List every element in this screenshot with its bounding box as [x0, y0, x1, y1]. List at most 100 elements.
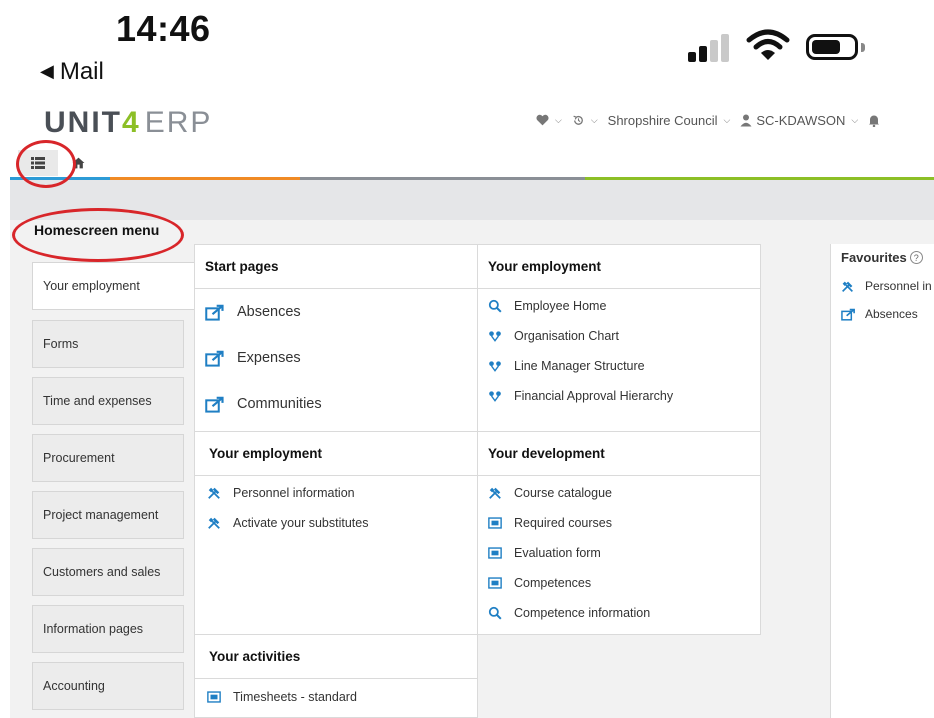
link-required-courses[interactable]: Required courses — [478, 508, 760, 538]
link-label: Timesheets - standard — [233, 690, 357, 704]
logo-four: 4 — [122, 106, 141, 139]
link-financial-approval-hierarchy[interactable]: Financial Approval Hierarchy — [478, 381, 760, 411]
section-title: Start pages — [195, 245, 477, 289]
link-timesheets-standard[interactable]: Timesheets - standard — [195, 682, 477, 712]
chevron-down-icon: ⌵ — [851, 114, 859, 125]
link-label: Activate your substitutes — [233, 516, 369, 530]
menu-project-management[interactable]: Project management — [32, 491, 184, 539]
back-arrow-icon: ◀ — [40, 61, 54, 81]
user-name: SC-KDAWSON — [756, 112, 846, 128]
menu-time-and-expenses[interactable]: Time and expenses — [32, 377, 184, 425]
link-communities[interactable]: Communities — [195, 381, 477, 427]
home-icon — [72, 157, 84, 169]
homescreen-menu-title: Homescreen menu — [34, 222, 160, 238]
homescreen-panel: Start pages Absences Expenses Communitie… — [194, 244, 762, 718]
form-icon — [488, 517, 502, 529]
user-icon — [740, 114, 752, 126]
tools-icon — [208, 517, 220, 529]
your-activities-section: Your activities Timesheets - standard — [194, 634, 478, 718]
link-label: Expenses — [237, 350, 301, 366]
history-icon — [573, 115, 583, 125]
link-employee-home[interactable]: Employee Home — [478, 291, 760, 321]
link-label: Financial Approval Hierarchy — [514, 389, 674, 403]
section-title: Your employment — [195, 432, 477, 476]
start-pages-section: Start pages Absences Expenses Communitie… — [194, 244, 478, 432]
link-course-catalogue[interactable]: Course catalogue — [478, 478, 760, 508]
external-link-icon — [205, 304, 224, 321]
link-activate-substitutes[interactable]: Activate your substitutes — [195, 508, 477, 538]
grey-band — [10, 180, 934, 220]
home-tab[interactable] — [58, 150, 98, 176]
status-time: 14:46 — [116, 8, 211, 49]
section-title: Your activities — [195, 635, 477, 679]
menu-accounting[interactable]: Accounting — [32, 662, 184, 710]
form-icon — [488, 547, 502, 559]
favourite-label: Absences — [865, 307, 918, 321]
help-icon[interactable]: ? — [909, 251, 923, 264]
chevron-down-icon: ⌵ — [590, 114, 598, 125]
tools-icon — [489, 487, 501, 499]
form-icon — [207, 691, 221, 703]
tab-bar — [18, 150, 98, 176]
favourite-personnel-information[interactable]: Personnel in — [831, 272, 934, 300]
link-label: Personnel information — [233, 486, 355, 500]
link-label: Organisation Chart — [514, 329, 619, 343]
external-link-icon — [841, 308, 855, 321]
link-label: Line Manager Structure — [514, 359, 645, 373]
your-employment-tasks-section: Your employment Personnel information Ac… — [194, 431, 478, 635]
link-label: Communities — [237, 396, 322, 412]
favourites-panel: Favourites? Personnel in Absences — [830, 244, 934, 718]
menu-information-pages[interactable]: Information pages — [32, 605, 184, 653]
your-development-section: Your development Course catalogue Requir… — [477, 431, 761, 635]
link-label: Absences — [237, 304, 301, 320]
tools-icon — [208, 487, 220, 499]
favourites-title: Favourites? — [831, 244, 934, 272]
heart-icon — [536, 114, 549, 126]
favourites-title-text: Favourites — [841, 250, 907, 265]
tools-icon — [842, 281, 853, 292]
history-menu[interactable]: ⌵ — [572, 114, 598, 127]
menu-procurement[interactable]: Procurement — [32, 434, 184, 482]
search-icon — [488, 606, 502, 620]
link-competences[interactable]: Competences — [478, 568, 760, 598]
chevron-down-icon: ⌵ — [555, 114, 562, 125]
logo-unit: UNIT — [44, 106, 122, 139]
user-menu[interactable]: SC-KDAWSON ⌵ — [740, 113, 858, 128]
link-label: Course catalogue — [514, 486, 612, 500]
logo-erp: ERP — [144, 106, 213, 139]
favourite-absences[interactable]: Absences — [831, 300, 934, 328]
favourites-menu[interactable]: ⌵ — [536, 114, 562, 126]
link-label: Evaluation form — [514, 546, 601, 560]
link-absences[interactable]: Absences — [195, 289, 477, 335]
link-competence-information[interactable]: Competence information — [478, 598, 760, 628]
link-label: Competence information — [514, 606, 651, 620]
search-icon — [488, 299, 502, 313]
back-label: Mail — [59, 58, 104, 85]
company-selector[interactable]: Shropshire Council ⌵ — [608, 113, 731, 128]
section-title: Your development — [478, 432, 760, 476]
menu-your-employment[interactable]: Your employment — [32, 262, 196, 310]
link-label: Employee Home — [514, 299, 607, 313]
hierarchy-icon — [489, 391, 501, 402]
back-to-mail-button[interactable]: ◀ Mail — [40, 58, 104, 86]
link-personnel-information[interactable]: Personnel information — [195, 478, 477, 508]
link-expenses[interactable]: Expenses — [195, 335, 477, 381]
menu-forms[interactable]: Forms — [32, 320, 184, 368]
notifications-button[interactable] — [868, 114, 880, 127]
external-link-icon — [205, 396, 224, 413]
form-icon — [488, 577, 502, 589]
menu-tab[interactable] — [18, 150, 58, 176]
unit4-erp-logo[interactable]: UNIT4 ERP — [44, 106, 212, 140]
external-link-icon — [205, 350, 224, 367]
favourite-label: Personnel in — [865, 279, 932, 293]
chevron-down-icon: ⌵ — [723, 114, 731, 125]
link-line-manager-structure[interactable]: Line Manager Structure — [478, 351, 760, 381]
bell-icon — [869, 115, 880, 127]
cellular-signal-icon — [688, 32, 736, 62]
menu-customers-and-sales[interactable]: Customers and sales — [32, 548, 184, 596]
section-title: Your employment — [478, 245, 760, 289]
link-organisation-chart[interactable]: Organisation Chart — [478, 321, 760, 351]
link-evaluation-form[interactable]: Evaluation form — [478, 538, 760, 568]
company-name: Shropshire Council — [607, 112, 718, 128]
link-label: Competences — [514, 576, 592, 590]
